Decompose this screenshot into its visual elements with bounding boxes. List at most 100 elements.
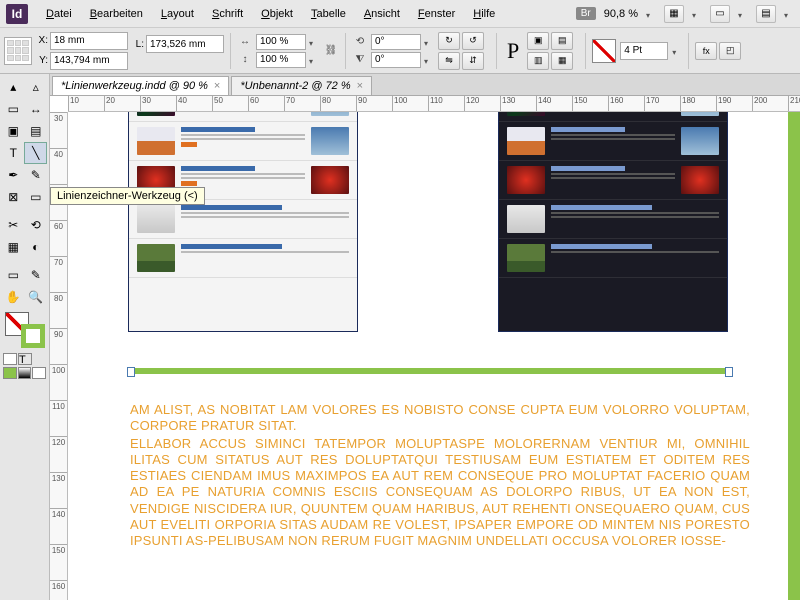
menu-datei[interactable]: Datei (38, 4, 80, 24)
thumbnail (681, 166, 719, 194)
chevron-down-icon[interactable] (309, 55, 319, 65)
flip-h-button[interactable]: ⇋ (438, 52, 460, 70)
scale-x-input[interactable]: 100 % (256, 34, 306, 50)
eyedropper-tool[interactable]: ✎ (25, 264, 48, 286)
gap-tool[interactable]: ↔ (25, 98, 48, 120)
scale-y-input[interactable]: 100 % (256, 52, 306, 68)
rectangle-frame-tool[interactable]: ⊠ (2, 186, 25, 208)
zoom-level[interactable]: 90,8 % (604, 8, 638, 20)
wrap-button[interactable]: ▣ (527, 32, 549, 50)
line-tool[interactable]: ╲ (24, 142, 47, 164)
chevron-down-icon[interactable] (309, 37, 319, 47)
tab-linienwerkzeug[interactable]: *Linienwerkzeug.indd @ 90 %× (52, 76, 229, 95)
rotate-cw-button[interactable]: ↻ (438, 32, 460, 50)
apply-text[interactable]: T (18, 353, 32, 365)
thumbnail (681, 127, 719, 155)
link-icon[interactable]: ⛓ (323, 44, 339, 58)
menu-layout[interactable]: Layout (153, 4, 202, 24)
wrap-button[interactable]: ▤ (551, 32, 573, 50)
view-options-button[interactable]: ▦ (664, 5, 684, 23)
flip-v-button[interactable]: ⇵ (462, 52, 484, 70)
chevron-down-icon[interactable] (784, 9, 794, 19)
scissors-tool[interactable]: ✂ (2, 214, 25, 236)
content-placer-tool[interactable]: ▤ (25, 120, 48, 142)
tab-unbenannt[interactable]: *Unbenannt-2 @ 72 %× (231, 76, 372, 95)
canvas[interactable]: AM ALIST, AS NOBITAT LAM VOLORES ES NOBI… (68, 112, 800, 600)
gradient-feather-tool[interactable]: ◐ (25, 236, 48, 258)
body-text-frame[interactable]: AM ALIST, AS NOBITAT LAM VOLORES ES NOBI… (130, 402, 750, 550)
chevron-down-icon[interactable] (692, 9, 702, 19)
note-tool[interactable]: ▭ (2, 264, 25, 286)
type-tool[interactable]: T (2, 142, 24, 164)
chevron-down-icon[interactable] (424, 37, 434, 47)
menu-ansicht[interactable]: Ansicht (356, 4, 408, 24)
close-icon[interactable]: × (357, 80, 363, 92)
reference-point-grid[interactable] (4, 37, 32, 65)
paragraph: AM ALIST, AS NOBITAT LAM VOLORES ES NOBI… (130, 402, 750, 435)
thumbnail (507, 205, 545, 233)
apply-color[interactable] (3, 353, 17, 365)
website-mockup-dark (498, 112, 728, 332)
document-area: *Linienwerkzeug.indd @ 90 %× *Unbenannt-… (50, 74, 800, 600)
arrange-button[interactable]: ▤ (756, 5, 776, 23)
menu-fenster[interactable]: Fenster (410, 4, 463, 24)
content-collector-tool[interactable]: ▣ (2, 120, 25, 142)
color-swatch[interactable] (3, 367, 17, 379)
horizontal-ruler[interactable]: 1020304050607080901001101201301401501601… (68, 96, 800, 112)
menu-hilfe[interactable]: Hilfe (465, 4, 503, 24)
corner-button[interactable]: ◰ (719, 42, 741, 60)
chevron-down-icon[interactable] (672, 46, 682, 56)
thumbnail (311, 127, 349, 155)
thumbnail (507, 244, 545, 272)
pen-tool[interactable]: ✒ (2, 164, 25, 186)
tool-tooltip: Linienzeichner-Werkzeug (<) (50, 187, 205, 205)
x-input[interactable]: 18 mm (50, 32, 128, 50)
menu-tabelle[interactable]: Tabelle (303, 4, 354, 24)
close-icon[interactable]: × (214, 80, 220, 92)
stroke-swatch[interactable] (592, 39, 616, 63)
fill-stroke-control[interactable] (5, 312, 45, 348)
wrap-button[interactable]: ▥ (527, 52, 549, 70)
chevron-down-icon[interactable] (424, 55, 434, 65)
text-wrap-buttons: ▣ ▤ ▥ ▦ (527, 32, 579, 70)
length-input[interactable]: 173,526 mm (146, 35, 224, 53)
drawn-line-object[interactable] (130, 368, 730, 374)
stroke-swatch[interactable] (21, 324, 45, 348)
page-edge (788, 112, 800, 600)
rotate-ccw-button[interactable]: ↺ (462, 32, 484, 50)
vertical-ruler[interactable]: 3040506070809010011012013014015016017018… (50, 112, 68, 600)
menu-schrift[interactable]: Schrift (204, 4, 251, 24)
app-logo: Id (6, 4, 28, 24)
bridge-button[interactable]: Br (576, 7, 596, 20)
page-tool[interactable]: ▭ (2, 98, 25, 120)
selection-tool[interactable]: ▴ (2, 76, 25, 98)
direct-selection-tool[interactable]: ▵ (25, 76, 48, 98)
rectangle-tool[interactable]: ▭ (25, 186, 48, 208)
shear-input[interactable]: 0° (371, 52, 421, 68)
shear-icon: ⧨ (352, 53, 368, 67)
none-swatch[interactable] (32, 367, 46, 379)
zoom-tool[interactable]: 🔍 (25, 286, 48, 308)
rotate-icon: ⟲ (352, 35, 368, 49)
fx-button[interactable]: fx (695, 42, 717, 60)
toolbox: ▴▵ ▭↔ ▣▤ T╲ ✒✎ ⊠▭ ✂⟲ ▦◐ ▭✎ ✋🔍 T (0, 74, 50, 600)
wrap-button[interactable]: ▦ (551, 52, 573, 70)
menu-objekt[interactable]: Objekt (253, 4, 301, 24)
stroke-weight-input[interactable]: 4 Pt (620, 42, 668, 60)
zoom-dropdown-icon[interactable] (646, 9, 656, 19)
thumbnail (137, 127, 175, 155)
menu-bearbeiten[interactable]: Bearbeiten (82, 4, 151, 24)
pencil-tool[interactable]: ✎ (25, 164, 48, 186)
gradient-swatch[interactable] (18, 367, 32, 379)
hand-tool[interactable]: ✋ (2, 286, 25, 308)
website-mockup-light (128, 112, 358, 332)
y-label: Y: (36, 55, 48, 66)
transform-tool[interactable]: ⟲ (25, 214, 48, 236)
effects-buttons: fx ◰ (695, 42, 741, 60)
chevron-down-icon[interactable] (738, 9, 748, 19)
rotate-input[interactable]: 0° (371, 34, 421, 50)
thumbnail (507, 127, 545, 155)
y-input[interactable]: 143,794 mm (50, 52, 128, 70)
screen-mode-button[interactable]: ▭ (710, 5, 730, 23)
gradient-swatch-tool[interactable]: ▦ (2, 236, 25, 258)
